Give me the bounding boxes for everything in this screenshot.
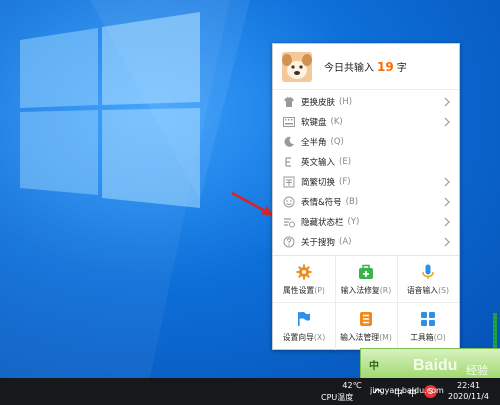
simplified-traditional-icon — [282, 175, 296, 189]
menu-item-shortcut: (E) — [339, 157, 352, 167]
shirt-icon — [282, 95, 296, 109]
edge-handle — [493, 313, 497, 348]
annotation-arrow — [231, 191, 273, 216]
question-icon — [282, 235, 296, 249]
menu-item-shortcut: (Q) — [330, 137, 344, 147]
english-icon — [282, 155, 296, 169]
grid-label: 设置向导 — [282, 333, 314, 342]
menu-item-change-skin[interactable]: 更换皮肤 (H) — [273, 92, 459, 112]
menu-item-shortcut: (Y) — [347, 217, 360, 227]
sogou-dog-avatar — [282, 51, 312, 82]
menu-item-label: 软键盘 — [301, 118, 327, 128]
menu-item-label: 全半角 — [301, 138, 327, 148]
cpu-temperature-label: CPU温度 — [321, 393, 354, 402]
microphone-icon — [419, 263, 437, 281]
chevron-right-icon — [444, 117, 450, 127]
ime-mode-label: 中 — [369, 361, 379, 372]
grid-shortcut: (R) — [379, 286, 392, 295]
grid-attribute-settings[interactable]: 属性设置(P) — [273, 256, 335, 302]
grid-setup-wizard[interactable]: 设置向导(X) — [273, 303, 335, 349]
ime-context-menu: 今日共输入 19 字 更换皮肤 (H) 软键盘 (K) 全半角 (Q) 英文输入… — [272, 43, 460, 350]
menu-header: 今日共输入 19 字 — [273, 44, 459, 90]
toolbox-plus-icon — [357, 263, 375, 281]
chevron-right-icon — [444, 97, 450, 107]
keyboard-icon — [282, 115, 296, 129]
grid-voice-input[interactable]: 语音输入(S) — [397, 256, 459, 302]
header-prefix: 今日共输入 — [324, 63, 374, 74]
gear-icon — [295, 263, 313, 281]
grid-shortcut: (O) — [433, 333, 446, 342]
menu-item-about-sogou[interactable]: 关于搜狗 (A) — [273, 232, 459, 252]
grid-shortcut: (S) — [438, 286, 450, 295]
menu-item-shortcut: (B) — [345, 197, 359, 207]
menu-item-label: 英文输入 — [301, 158, 336, 168]
quick-tools-grid: 属性设置(P) 输入法修复(R) 语音输入(S) 设置向导(X) 输入法管理(M… — [273, 255, 459, 350]
grid-label: 语音输入 — [406, 286, 439, 295]
input-count-value: 19 — [377, 60, 394, 74]
menu-item-shortcut: (H) — [339, 97, 353, 107]
menu-item-soft-keyboard[interactable]: 软键盘 (K) — [273, 112, 459, 132]
baidu-watermark-experience: 经验 — [466, 364, 488, 377]
moon-icon — [282, 135, 296, 149]
menu-item-shortcut: (A) — [339, 237, 352, 247]
menu-item-label: 更换皮肤 — [301, 98, 336, 108]
hide-statusbar-icon — [282, 215, 296, 229]
menu-item-simplified-traditional[interactable]: 简繁切换 (F) — [273, 172, 459, 192]
grid-toolbox[interactable]: 工具箱(O) — [397, 303, 459, 349]
manage-icon — [357, 310, 375, 328]
grid-shortcut: (X) — [313, 333, 326, 342]
menu-list: 更换皮肤 (H) 软键盘 (K) 全半角 (Q) 英文输入 (E) 简繁切换 (… — [273, 90, 459, 252]
chevron-right-icon — [444, 197, 450, 207]
menu-item-shortcut: (F) — [339, 177, 351, 187]
grid-label: 输入法管理 — [340, 333, 380, 342]
menu-item-full-half-width[interactable]: 全半角 (Q) — [273, 132, 459, 152]
clock-date[interactable]: 2020/11/4 — [448, 392, 489, 401]
menu-item-hide-statusbar[interactable]: 隐藏状态栏 (Y) — [273, 212, 459, 232]
grid-ime-management[interactable]: 输入法管理(M) — [335, 303, 397, 349]
menu-item-shortcut: (K) — [330, 117, 343, 127]
grid-shortcut: (M) — [379, 333, 392, 342]
chevron-right-icon — [444, 217, 450, 227]
flag-icon — [295, 310, 313, 328]
grid-shortcut: (P) — [314, 286, 325, 295]
menu-item-label: 隐藏状态栏 — [301, 218, 344, 228]
daily-input-count: 今日共输入 19 字 — [324, 59, 407, 74]
menu-item-emoji-symbols[interactable]: 表情&符号 (B) — [273, 192, 459, 212]
menu-item-label: 关于搜狗 — [301, 238, 336, 248]
clock-time[interactable]: 22:41 — [457, 381, 480, 390]
emoji-icon — [282, 195, 296, 209]
cpu-temperature: 42℃ — [342, 381, 362, 390]
apps-grid-icon — [419, 310, 437, 328]
baidu-watermark-logo: Baidu — [413, 357, 458, 374]
grid-label: 输入法修复 — [340, 286, 380, 295]
grid-label: 工具箱 — [410, 333, 434, 342]
grid-ime-repair[interactable]: 输入法修复(R) — [335, 256, 397, 302]
menu-item-label: 表情&符号 — [301, 198, 342, 208]
chevron-right-icon — [444, 237, 450, 247]
menu-item-english-input[interactable]: 英文输入 (E) — [273, 152, 459, 172]
baidu-watermark-url: jingyan.baidu.com — [370, 386, 444, 395]
header-suffix: 字 — [396, 63, 407, 74]
chevron-right-icon — [444, 177, 450, 187]
grid-label: 属性设置 — [283, 286, 315, 295]
menu-item-label: 简繁切换 — [301, 178, 336, 188]
